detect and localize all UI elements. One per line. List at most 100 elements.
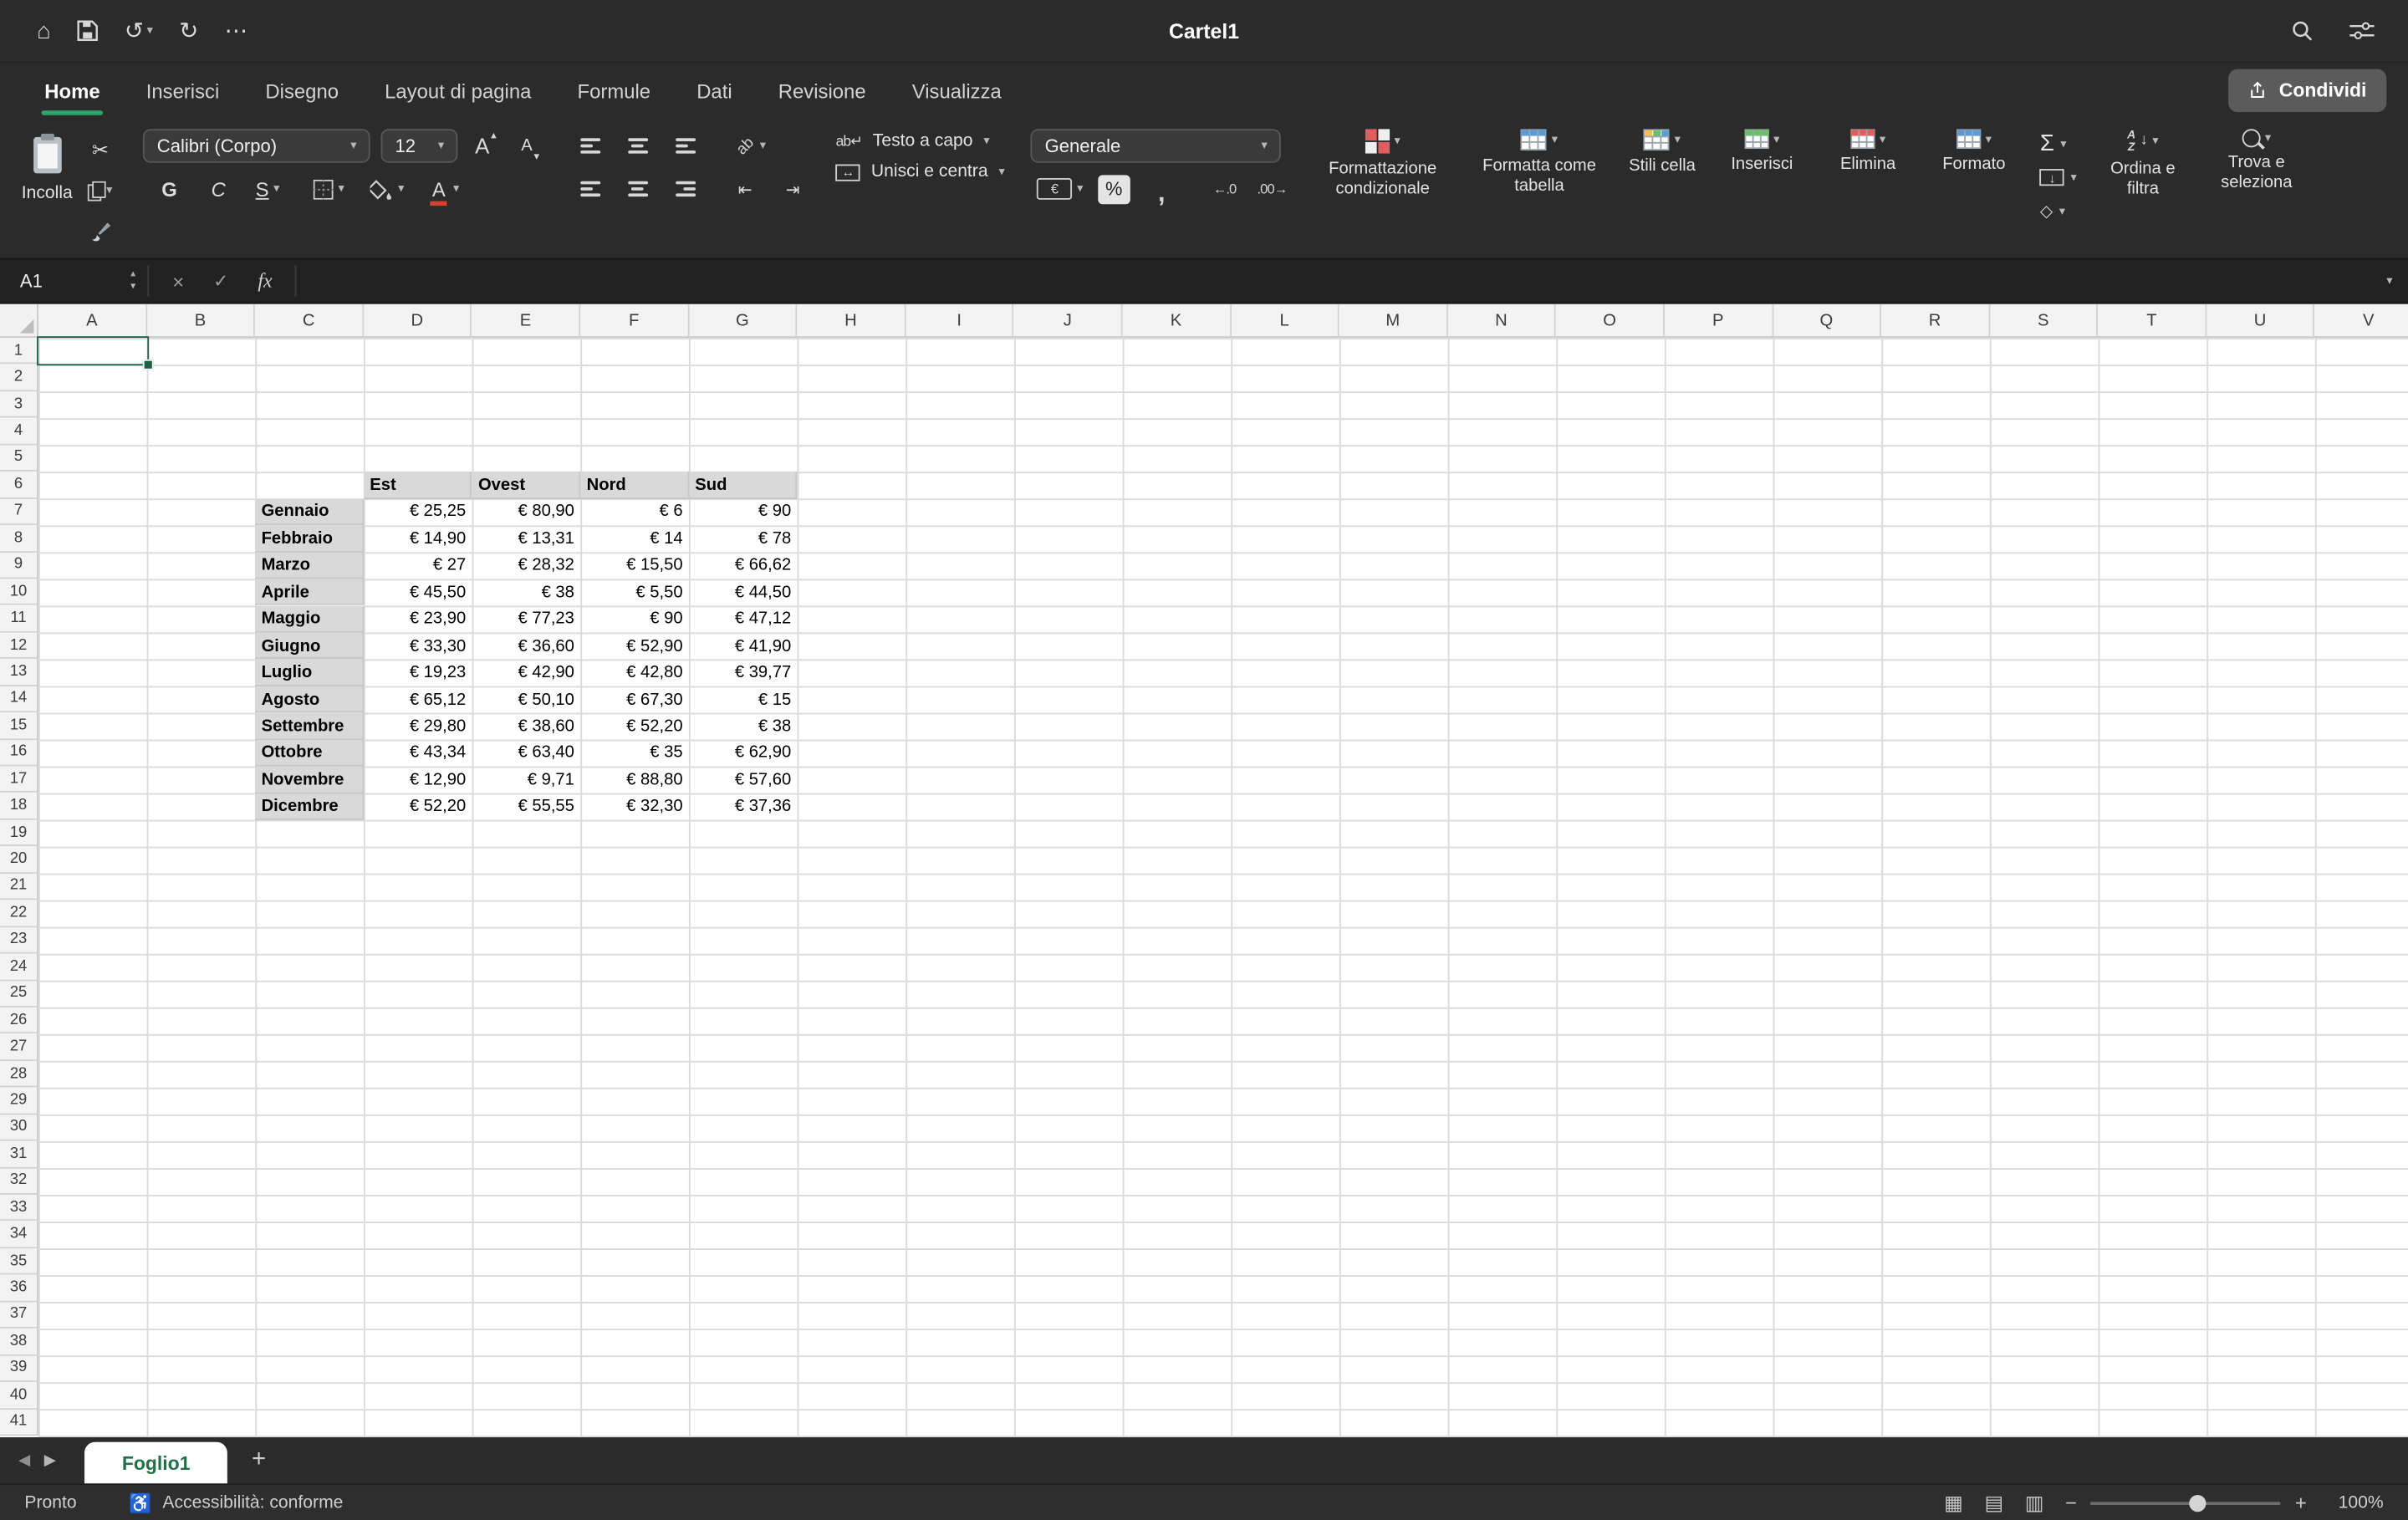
save-icon[interactable]	[77, 20, 99, 42]
row-header-2[interactable]: 2	[0, 365, 38, 391]
row-header-13[interactable]: 13	[0, 659, 38, 686]
zoom-slider[interactable]	[2091, 1501, 2282, 1504]
row-header-5[interactable]: 5	[0, 445, 38, 472]
cell-C16[interactable]: Ottobre	[255, 740, 364, 767]
cell-F7[interactable]: € 6	[580, 498, 689, 525]
cell-E11[interactable]: € 77,23	[472, 606, 581, 633]
insert-cells-button[interactable]: ▾ Inserisci	[1722, 129, 1803, 175]
cell-D10[interactable]: € 45,50	[364, 579, 472, 606]
row-header-19[interactable]: 19	[0, 820, 38, 847]
row-header-3[interactable]: 3	[0, 391, 38, 418]
cell-G16[interactable]: € 62,90	[689, 740, 798, 767]
tab-layout-di-pagina[interactable]: Layout di pagina	[362, 63, 554, 118]
tab-inserisci[interactable]: Inserisci	[123, 63, 242, 118]
cell-D18[interactable]: € 52,20	[364, 793, 472, 820]
formula-input[interactable]	[297, 259, 2386, 302]
cell-E9[interactable]: € 28,32	[472, 552, 581, 579]
column-header-A[interactable]: A	[38, 304, 147, 338]
row-header-34[interactable]: 34	[0, 1222, 38, 1248]
increase-decimal-button[interactable]: ←.0	[1207, 172, 1241, 206]
column-header-G[interactable]: G	[689, 304, 798, 338]
cell-C8[interactable]: Febbraio	[255, 525, 364, 552]
number-format-select[interactable]: Generale▾	[1031, 129, 1281, 162]
cell-D14[interactable]: € 65,12	[364, 686, 472, 713]
cell-D16[interactable]: € 43,34	[364, 740, 472, 767]
orientation-button[interactable]: ab ▾	[734, 129, 768, 162]
cell-G10[interactable]: € 44,50	[689, 579, 798, 606]
clear-button[interactable]: ◇▾	[2040, 198, 2077, 224]
cell-F6[interactable]: Nord	[580, 472, 689, 498]
percent-format-button[interactable]: %	[1097, 172, 1130, 206]
row-header-26[interactable]: 26	[0, 1007, 38, 1034]
formula-bar-expand-icon[interactable]: ▾	[2386, 259, 2408, 302]
settings-icon[interactable]	[2349, 20, 2374, 42]
row-header-38[interactable]: 38	[0, 1329, 38, 1355]
cell-C15[interactable]: Settembre	[255, 713, 364, 740]
cell-F18[interactable]: € 32,30	[580, 793, 689, 820]
decrease-decimal-button[interactable]: .00→	[1255, 172, 1288, 206]
cell-D13[interactable]: € 19,23	[364, 660, 472, 686]
cell-D12[interactable]: € 33,30	[364, 633, 472, 660]
column-header-F[interactable]: F	[580, 304, 689, 338]
cell-E16[interactable]: € 63,40	[472, 740, 581, 767]
paste-button[interactable]: Incolla	[22, 129, 73, 205]
search-icon[interactable]	[2291, 20, 2313, 42]
accessibility-status[interactable]: ♿ Accessibilità: conforme	[129, 1492, 343, 1513]
cell-G9[interactable]: € 66,62	[689, 552, 798, 579]
column-header-H[interactable]: H	[798, 304, 906, 338]
cell-G8[interactable]: € 78	[689, 525, 798, 552]
cut-button[interactable]: ✂	[84, 134, 117, 167]
column-header-L[interactable]: L	[1231, 304, 1339, 338]
cell-styles-button[interactable]: ▾ Stili cella	[1629, 129, 1696, 176]
column-header-J[interactable]: J	[1014, 304, 1123, 338]
cell-C18[interactable]: Dicembre	[255, 793, 364, 820]
align-left-button[interactable]	[574, 172, 607, 206]
zoom-slider-knob[interactable]	[2189, 1494, 2206, 1511]
copy-button[interactable]: ▾	[84, 174, 117, 207]
row-header-15[interactable]: 15	[0, 712, 38, 739]
page-break-view-icon[interactable]: ▥	[2025, 1491, 2044, 1515]
cell-G11[interactable]: € 47,12	[689, 606, 798, 633]
cell-F8[interactable]: € 14	[580, 525, 689, 552]
bold-button[interactable]: G	[152, 172, 186, 206]
font-size-select[interactable]: 12▾	[381, 129, 458, 162]
fill-button[interactable]: ↓▾	[2040, 165, 2077, 191]
align-right-button[interactable]	[668, 172, 701, 206]
row-header-8[interactable]: 8	[0, 525, 38, 552]
tab-revisione[interactable]: Revisione	[755, 63, 889, 118]
align-bottom-button[interactable]	[668, 129, 701, 162]
comma-format-button[interactable]: ,	[1145, 172, 1178, 206]
column-header-P[interactable]: P	[1665, 304, 1773, 338]
zoom-out-button[interactable]: −	[2065, 1491, 2077, 1514]
sheet-tab-foglio1[interactable]: Foglio1	[85, 1442, 227, 1484]
delete-cells-button[interactable]: ▾ Elimina	[1828, 129, 1908, 175]
row-header-36[interactable]: 36	[0, 1275, 38, 1302]
row-header-10[interactable]: 10	[0, 579, 38, 605]
row-header-9[interactable]: 9	[0, 552, 38, 579]
row-header-21[interactable]: 21	[0, 874, 38, 900]
more-commands-button[interactable]: ⋯	[225, 17, 248, 44]
cell-F9[interactable]: € 15,50	[580, 552, 689, 579]
row-header-23[interactable]: 23	[0, 927, 38, 954]
cell-F12[interactable]: € 52,90	[580, 633, 689, 660]
cell-F11[interactable]: € 90	[580, 606, 689, 633]
column-header-N[interactable]: N	[1448, 304, 1557, 338]
cell-D7[interactable]: € 25,25	[364, 498, 472, 525]
row-header-32[interactable]: 32	[0, 1168, 38, 1195]
prev-sheet-icon[interactable]: ◀	[0, 1453, 44, 1484]
cell-D11[interactable]: € 23,90	[364, 606, 472, 633]
column-header-T[interactable]: T	[2098, 304, 2206, 338]
row-header-24[interactable]: 24	[0, 954, 38, 981]
column-header-C[interactable]: C	[255, 304, 364, 338]
cell-E12[interactable]: € 36,60	[472, 633, 581, 660]
cell-G7[interactable]: € 90	[689, 498, 798, 525]
page-layout-view-icon[interactable]: ▤	[1984, 1491, 2003, 1515]
tab-visualizza[interactable]: Visualizza	[889, 63, 1024, 118]
column-header-O[interactable]: O	[1556, 304, 1665, 338]
cell-E13[interactable]: € 42,90	[472, 660, 581, 686]
currency-format-button[interactable]: € ▾	[1037, 172, 1083, 206]
name-box-spinner[interactable]: ▴▾	[130, 259, 148, 302]
increase-indent-button[interactable]: ⇥	[776, 172, 809, 206]
column-header-U[interactable]: U	[2206, 304, 2315, 338]
cell-C12[interactable]: Giugno	[255, 633, 364, 660]
